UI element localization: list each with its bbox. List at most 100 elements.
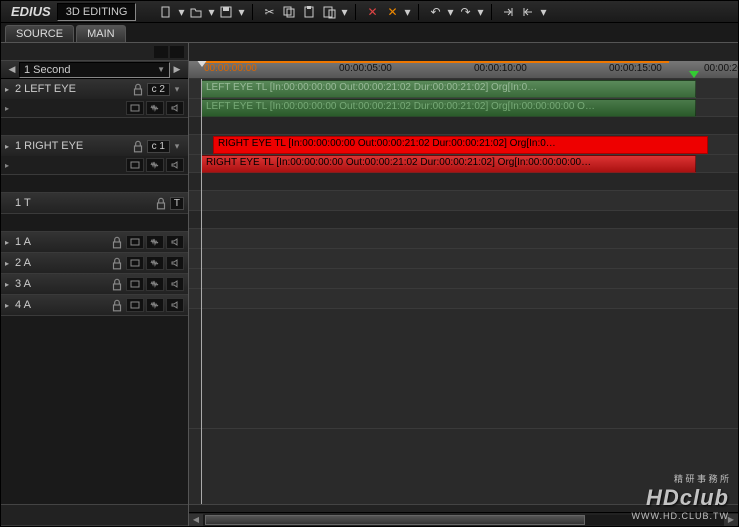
new-icon[interactable] — [156, 3, 176, 21]
track-header-a1[interactable]: ▸ 1 A — [1, 232, 188, 253]
mute-icon[interactable] — [166, 277, 184, 291]
expand-icon[interactable]: ▸ — [5, 280, 13, 289]
waveform-icon[interactable] — [146, 101, 164, 115]
mute-icon[interactable] — [166, 158, 184, 172]
mute-icon[interactable] — [166, 256, 184, 270]
track-header-column: ◀ 1 Second ▼ ▶ ▸ 2 LEFT EYE c 2 ▾ ▸ — [1, 43, 189, 526]
mute-icon[interactable] — [166, 298, 184, 312]
track-header-t1[interactable]: 1 T T — [1, 193, 188, 214]
mini-btn[interactable] — [170, 46, 184, 58]
delete-icon[interactable]: ✕ — [362, 3, 382, 21]
clip-area[interactable]: LEFT EYE TL [In:00:00:00:00 Out:00:00:21… — [189, 79, 738, 504]
cut-icon[interactable]: ✂ — [259, 3, 279, 21]
chevron-icon[interactable]: ▾ — [170, 84, 184, 95]
mute-icon[interactable] — [166, 235, 184, 249]
expand-icon[interactable]: ▸ — [5, 85, 13, 94]
lock-icon[interactable] — [110, 256, 124, 270]
timeline-area[interactable]: 00:00:00:00 00:00:05:00 00:00:10:00 00:0… — [189, 43, 738, 526]
save-icon[interactable] — [216, 3, 236, 21]
expand-icon[interactable]: ▸ — [5, 301, 13, 310]
video-toggle-icon[interactable] — [126, 101, 144, 115]
waveform-icon[interactable] — [146, 235, 164, 249]
tab-source[interactable]: SOURCE — [5, 25, 74, 42]
time-ruler[interactable]: 00:00:00:00 00:00:05:00 00:00:10:00 00:0… — [189, 61, 738, 79]
expand-icon[interactable]: ▸ — [5, 161, 15, 170]
app-window: EDIUS 3D EDITING ▾ ▾ ▾ ✂ ▾ ✕ ✕ ▾ ↶ ▾ ↷ ▾… — [0, 0, 739, 527]
tab-main[interactable]: MAIN — [76, 25, 126, 42]
track-header-a3[interactable]: ▸ 3 A — [1, 274, 188, 295]
video-toggle-icon[interactable] — [126, 298, 144, 312]
mute-icon[interactable] — [166, 101, 184, 115]
lock-icon[interactable] — [110, 277, 124, 291]
ripple-delete-icon[interactable]: ✕ — [382, 3, 402, 21]
track-lane[interactable]: RIGHT EYE TL [In:00:00:00:00 Out:00:00:2… — [189, 135, 738, 155]
track-header-a2[interactable]: ▸ 2 A — [1, 253, 188, 274]
track-lane[interactable]: LEFT EYE TL [In:00:00:00:00 Out:00:00:21… — [189, 79, 738, 99]
dropdown-icon[interactable]: ▾ — [475, 3, 485, 21]
waveform-icon[interactable] — [146, 158, 164, 172]
undo-icon[interactable]: ↶ — [425, 3, 445, 21]
paste-b-icon[interactable] — [319, 3, 339, 21]
copy-icon[interactable] — [279, 3, 299, 21]
video-toggle-icon[interactable] — [126, 235, 144, 249]
redo-icon[interactable]: ↷ — [455, 3, 475, 21]
work-area-bar[interactable] — [201, 61, 669, 63]
timescale-selector[interactable]: 1 Second ▼ — [19, 62, 170, 78]
track-lane[interactable] — [189, 249, 738, 269]
video-toggle-icon[interactable] — [126, 277, 144, 291]
lock-icon[interactable] — [110, 298, 124, 312]
expand-icon[interactable]: ▸ — [5, 142, 13, 151]
dropdown-icon[interactable]: ▾ — [538, 3, 548, 21]
mini-btn[interactable] — [154, 46, 168, 58]
expand-icon[interactable]: ▸ — [5, 238, 13, 247]
out-marker-icon[interactable] — [689, 71, 699, 78]
track-header-v1[interactable]: ▸ 1 RIGHT EYE c 1 ▾ ▸ — [1, 136, 188, 175]
clip-left-eye[interactable]: LEFT EYE TL [In:00:00:00:00 Out:00:00:21… — [201, 80, 696, 98]
lock-icon[interactable] — [131, 139, 145, 153]
video-toggle-icon[interactable] — [126, 158, 144, 172]
project-name: 3D EDITING — [57, 3, 137, 21]
open-icon[interactable] — [186, 3, 206, 21]
expand-icon[interactable]: ▸ — [5, 259, 13, 268]
scale-next-icon[interactable]: ▶ — [170, 63, 184, 77]
waveform-icon[interactable] — [146, 277, 164, 291]
clip-right-eye-sub[interactable]: RIGHT EYE TL [In:00:00:00:00 Out:00:00:2… — [201, 155, 696, 173]
playhead-line[interactable] — [201, 79, 202, 504]
scrollbar-thumb[interactable] — [205, 515, 585, 525]
dropdown-icon[interactable]: ▾ — [339, 3, 349, 21]
expand-icon[interactable]: ▸ — [5, 104, 15, 113]
sync-badge[interactable]: c 2 — [147, 83, 170, 96]
track-lane[interactable] — [189, 289, 738, 309]
clip-right-eye[interactable]: RIGHT EYE TL [In:00:00:00:00 Out:00:00:2… — [213, 136, 708, 154]
lock-icon[interactable] — [154, 196, 168, 210]
dropdown-icon[interactable]: ▾ — [236, 3, 246, 21]
paste-a-icon[interactable] — [299, 3, 319, 21]
waveform-icon[interactable] — [146, 256, 164, 270]
track-header-a4[interactable]: ▸ 4 A — [1, 295, 188, 316]
trim-out-icon[interactable] — [518, 3, 538, 21]
timeline-panel: ◀ 1 Second ▼ ▶ ▸ 2 LEFT EYE c 2 ▾ ▸ — [1, 43, 738, 526]
scroll-left-icon[interactable]: ◀ — [189, 514, 203, 526]
dropdown-icon[interactable]: ▾ — [445, 3, 455, 21]
track-header-v2[interactable]: ▸ 2 LEFT EYE c 2 ▾ ▸ — [1, 79, 188, 118]
track-lane[interactable] — [189, 191, 738, 211]
lock-icon[interactable] — [110, 235, 124, 249]
trim-in-icon[interactable] — [498, 3, 518, 21]
chevron-icon[interactable]: ▾ — [170, 141, 184, 152]
dropdown-icon: ▼ — [157, 65, 165, 74]
video-toggle-icon[interactable] — [126, 256, 144, 270]
dropdown-icon[interactable]: ▾ — [176, 3, 186, 21]
clip-left-eye-sub[interactable]: LEFT EYE TL [In:00:00:00:00 Out:00:00:21… — [201, 99, 696, 117]
scale-prev-icon[interactable]: ◀ — [5, 63, 19, 77]
lock-icon[interactable] — [131, 82, 145, 96]
track-lane[interactable]: RIGHT EYE TL [In:00:00:00:00 Out:00:00:2… — [189, 155, 738, 173]
ruler-tick: 00:00:20:00 — [704, 63, 738, 74]
track-lane[interactable] — [189, 269, 738, 289]
sync-badge[interactable]: c 1 — [147, 140, 170, 153]
dropdown-icon[interactable]: ▾ — [402, 3, 412, 21]
dropdown-icon[interactable]: ▾ — [206, 3, 216, 21]
track-lane[interactable] — [189, 229, 738, 249]
track-lane[interactable]: LEFT EYE TL [In:00:00:00:00 Out:00:00:21… — [189, 99, 738, 117]
title-badge[interactable]: T — [170, 197, 184, 210]
waveform-icon[interactable] — [146, 298, 164, 312]
